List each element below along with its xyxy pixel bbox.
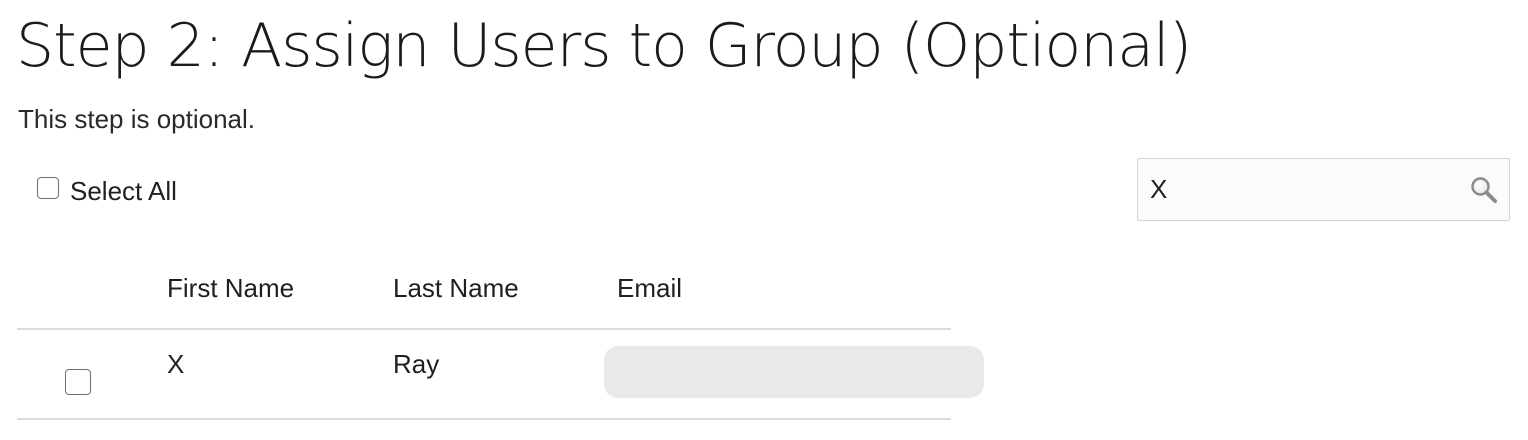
column-header-email[interactable]: Email (617, 271, 682, 305)
page-description: This step is optional. (18, 104, 256, 134)
table-row[interactable]: X Ray (17, 330, 984, 420)
select-all-label: Select All (70, 176, 177, 206)
search-input[interactable] (1138, 169, 1450, 210)
page-title: Step 2: Assign Users to Group (Optional) (16, 11, 1192, 81)
column-header-first-name[interactable]: First Name (167, 271, 294, 305)
select-all-control[interactable]: Select All (37, 174, 177, 208)
cell-email-redacted (604, 346, 984, 398)
cell-first-name: X (167, 349, 185, 379)
search-box[interactable] (1137, 158, 1510, 221)
search-icon[interactable] (1469, 175, 1499, 205)
cell-last-name: Ray (393, 349, 440, 379)
users-table: First Name Last Name Email X Ray (17, 252, 984, 420)
table-header: First Name Last Name Email (17, 252, 951, 330)
select-all-checkbox[interactable] (37, 177, 59, 199)
row-select-checkbox[interactable] (65, 369, 91, 395)
column-header-last-name[interactable]: Last Name (393, 271, 519, 305)
